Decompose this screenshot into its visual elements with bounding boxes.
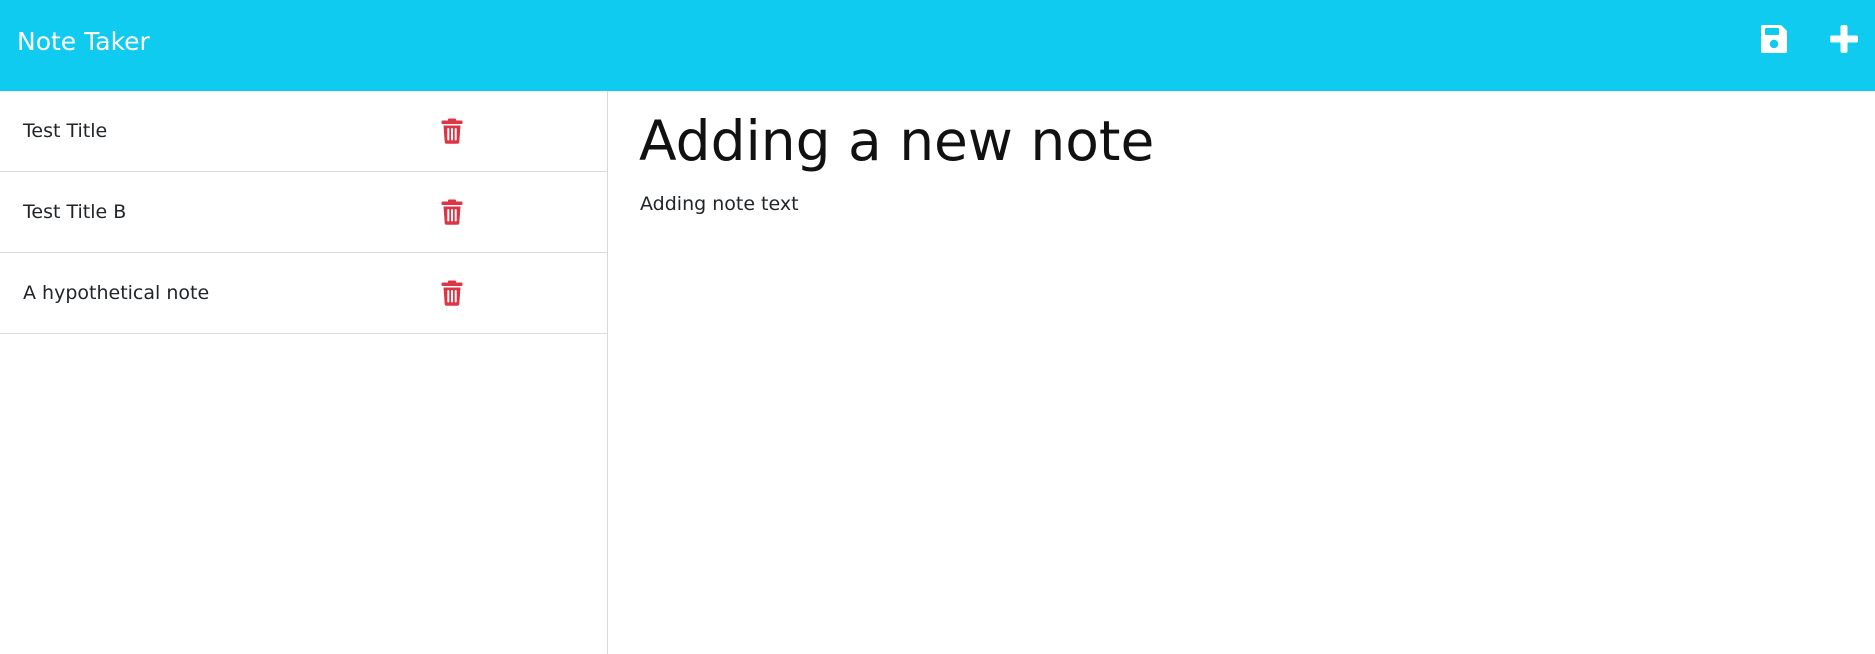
trash-icon (441, 280, 463, 306)
note-item-title[interactable]: Test Title B (23, 201, 126, 223)
note-editor: Adding note text (609, 91, 1875, 654)
delete-note-button[interactable] (441, 118, 463, 144)
delete-note-button[interactable] (441, 199, 463, 225)
trash-icon (441, 118, 463, 144)
navbar: Note Taker (0, 0, 1875, 91)
save-icon (1761, 25, 1787, 53)
trash-icon (441, 199, 463, 225)
note-text-area[interactable]: Adding note text (640, 191, 1740, 591)
brand-title[interactable]: Note Taker (17, 26, 150, 58)
note-title-input[interactable] (639, 107, 1739, 175)
note-item-title[interactable]: Test Title (23, 120, 107, 142)
note-list-item[interactable]: Test Title (0, 91, 607, 172)
plus-icon (1830, 25, 1858, 53)
note-list: Test Title Test Title B A hypothetical n… (0, 91, 607, 334)
note-list-item[interactable]: Test Title B (0, 172, 607, 253)
new-note-button[interactable] (1827, 22, 1861, 56)
note-item-title[interactable]: A hypothetical note (23, 282, 209, 304)
save-note-button[interactable] (1757, 22, 1791, 56)
notes-sidebar: Test Title Test Title B A hypothetical n… (0, 91, 608, 654)
delete-note-button[interactable] (441, 280, 463, 306)
note-list-item[interactable]: A hypothetical note (0, 253, 607, 334)
